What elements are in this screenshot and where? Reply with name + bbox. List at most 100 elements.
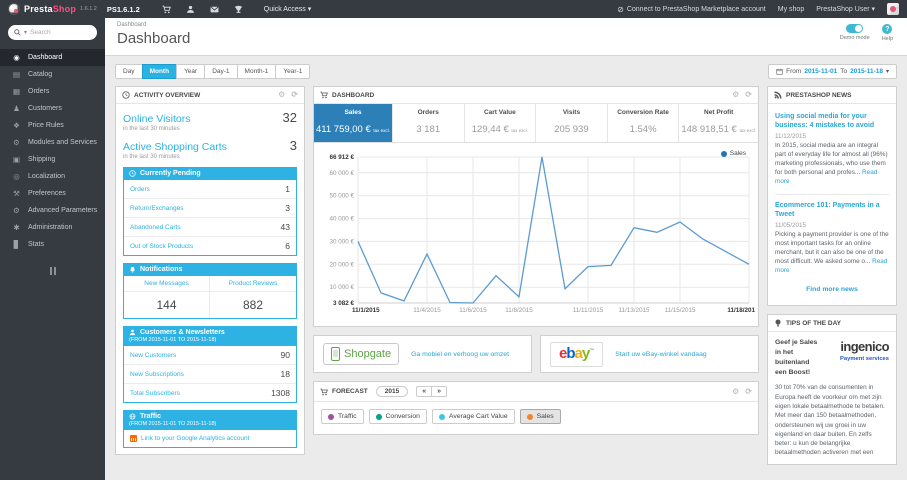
pending-orders-link[interactable]: Orders bbox=[130, 186, 150, 193]
news-item-title[interactable]: Using social media for your business: 4 … bbox=[775, 112, 889, 130]
out-of-stock-link[interactable]: Out of Stock Products bbox=[130, 243, 193, 250]
total-subscribers-link[interactable]: Total Subscribers bbox=[130, 390, 180, 397]
marketplace-icon: ⊘ bbox=[617, 4, 624, 14]
search-scope-caret-icon[interactable]: ▾ bbox=[24, 29, 27, 36]
sidebar-item-preferences[interactable]: ⚒ Preferences bbox=[0, 185, 105, 202]
my-shop-link[interactable]: My shop bbox=[778, 6, 804, 13]
user-avatar[interactable] bbox=[887, 3, 899, 15]
phone-icon bbox=[331, 347, 340, 361]
sidebar-item-stats[interactable]: ▊ Stats bbox=[0, 236, 105, 253]
help-label: Help bbox=[881, 36, 893, 42]
ebay-logo[interactable]: ebay™ bbox=[550, 341, 604, 367]
product-reviews-value: 882 bbox=[242, 298, 264, 312]
online-visitors-link[interactable]: Online Visitors bbox=[123, 113, 191, 125]
metric-sales[interactable]: Sales 411 759,00 € tax excl. bbox=[314, 104, 393, 142]
prestashop-logo[interactable]: PrestaShop 1.6.1.2 bbox=[8, 3, 97, 15]
panel-settings-gear-icon[interactable]: ⚙ bbox=[732, 387, 739, 396]
traffic-header: Traffic (FROM 2015-11-01 TO 2015-11-18) bbox=[123, 410, 297, 430]
range-year-1-button[interactable]: Year-1 bbox=[275, 64, 311, 79]
new-messages-link[interactable]: New Messages bbox=[124, 276, 210, 292]
metric-conversion-rate[interactable]: Conversion Rate 1.54% bbox=[608, 104, 680, 142]
sidebar-item-administration[interactable]: ✱ Administration bbox=[0, 219, 105, 236]
forecast-legend-conversion[interactable]: Conversion bbox=[368, 409, 427, 424]
product-reviews-link[interactable]: Product Reviews bbox=[210, 276, 296, 292]
table-row: Return/Exchanges 3 bbox=[124, 199, 296, 218]
date-to: 2015-11-18 bbox=[850, 68, 883, 75]
topbar: PrestaShop 1.6.1.2 PS1.6.1.2 Quick Acces… bbox=[0, 0, 907, 18]
sidebar-item-localization[interactable]: ◎ Localization bbox=[0, 168, 105, 185]
sidebar-item-orders[interactable]: ▦ Orders bbox=[0, 83, 105, 100]
customers-table: New Customers 90 New Subscriptions 18 Tota… bbox=[123, 346, 297, 403]
lightbulb-icon bbox=[775, 319, 781, 327]
sidebar-item-advanced-parameters[interactable]: ⚙ Advanced Parameters bbox=[0, 202, 105, 219]
forecast-legend-average-cart-value[interactable]: Average Cart Value bbox=[431, 409, 515, 424]
forecast-legend-traffic[interactable]: Traffic bbox=[321, 409, 364, 424]
marketplace-link[interactable]: ⊘ Connect to PrestaShop Marketplace accou… bbox=[617, 5, 766, 14]
chart-legend[interactable]: Sales bbox=[720, 150, 746, 157]
panel-refresh-icon[interactable]: ⟳ bbox=[291, 91, 298, 99]
sidebar-search[interactable]: ▾ bbox=[8, 25, 97, 40]
news-item-excerpt: Picking a payment provider is one of the… bbox=[775, 231, 889, 275]
shopgate-link[interactable]: Ga mobiel en verhoog uw omzet bbox=[411, 351, 509, 358]
cart-icon[interactable] bbox=[162, 4, 172, 14]
svg-text:11/6/2015: 11/6/2015 bbox=[459, 307, 487, 314]
panel-refresh-icon[interactable]: ⟳ bbox=[745, 91, 752, 99]
google-analytics-link[interactable]: Link to your Google Analytics account bbox=[141, 435, 249, 442]
activity-clock-icon bbox=[122, 91, 130, 99]
date-range-buttons: Day Month Year Day-1 Month-1 Year-1 bbox=[115, 64, 311, 79]
abandoned-carts-link[interactable]: Abandoned Carts bbox=[130, 224, 181, 231]
forecast-next-button[interactable]: » bbox=[431, 387, 446, 396]
metric-orders[interactable]: Orders 3 181 bbox=[393, 104, 465, 142]
news-item-title[interactable]: Ecommerce 101: Payments in a Tweet bbox=[775, 201, 889, 219]
customer-icon[interactable] bbox=[186, 4, 196, 14]
forecast-prev-button[interactable]: « bbox=[417, 387, 431, 396]
demo-mode-label: Demo mode bbox=[839, 35, 870, 41]
find-more-news-link[interactable]: Find more news bbox=[775, 286, 889, 293]
pending-returns-link[interactable]: Return/Exchanges bbox=[130, 205, 183, 212]
traffic-date-range: (FROM 2015-11-01 TO 2015-11-18) bbox=[129, 421, 217, 427]
panel-refresh-icon[interactable]: ⟳ bbox=[745, 387, 752, 396]
search-input[interactable] bbox=[30, 29, 83, 36]
range-day-1-button[interactable]: Day-1 bbox=[204, 64, 238, 79]
sidebar-item-modules[interactable]: ⚙ Modules and Services bbox=[0, 134, 105, 151]
range-year-button[interactable]: Year bbox=[176, 64, 206, 79]
user-menu[interactable]: PrestaShop User ▾ bbox=[816, 5, 875, 13]
new-subscriptions-link[interactable]: New Subscriptions bbox=[130, 371, 184, 378]
sidebar-item-catalog[interactable]: ▤ Catalog bbox=[0, 66, 105, 83]
sidebar-item-dashboard[interactable]: ◉ Dashboard bbox=[0, 49, 105, 66]
metric-cart-value[interactable]: Cart Value 129,44 € tax excl. bbox=[465, 104, 537, 142]
demo-mode-toggle[interactable] bbox=[846, 24, 864, 33]
table-row: Total Subscribers 1308 bbox=[130, 388, 290, 398]
forecast-legend-sales[interactable]: Sales bbox=[519, 409, 561, 424]
new-customers-link[interactable]: New Customers bbox=[130, 352, 176, 359]
trophy-icon[interactable] bbox=[234, 4, 244, 14]
gauge-icon: ◉ bbox=[13, 53, 20, 62]
panel-title: PRESTASHOP NEWS bbox=[786, 91, 852, 99]
ebay-link[interactable]: Start uw eBay-winkel vandaag bbox=[615, 351, 706, 358]
sidebar-item-shipping[interactable]: ▣ Shipping bbox=[0, 151, 105, 168]
sidebar-item-customers[interactable]: ♟ Customers bbox=[0, 100, 105, 117]
breadcrumb: Dashboard bbox=[117, 22, 147, 28]
range-day-button[interactable]: Day bbox=[115, 64, 143, 79]
help-icon[interactable]: ? bbox=[882, 24, 893, 34]
metric-visits[interactable]: Visits 205 939 bbox=[536, 104, 608, 142]
range-month-button[interactable]: Month bbox=[141, 64, 178, 79]
panel-settings-gear-icon[interactable]: ⚙ bbox=[278, 91, 285, 99]
globe-icon bbox=[129, 413, 136, 420]
online-visitors-subtitle: in the last 30 minutes bbox=[123, 126, 180, 132]
panel-title: ACTIVITY OVERVIEW bbox=[134, 91, 201, 99]
range-month-1-button[interactable]: Month-1 bbox=[236, 64, 277, 79]
panel-settings-gear-icon[interactable]: ⚙ bbox=[732, 91, 739, 99]
sidebar-collapse-icon[interactable] bbox=[49, 267, 56, 275]
divider bbox=[775, 194, 889, 196]
ingenico-logo[interactable]: ingenico Payment services bbox=[823, 338, 890, 363]
sidebar-item-price-rules[interactable]: ❖ Price Rules bbox=[0, 117, 105, 134]
messages-icon[interactable] bbox=[210, 4, 220, 14]
active-carts-link[interactable]: Active Shopping Carts bbox=[123, 141, 227, 153]
metric-net-profit[interactable]: Net Profit 148 918,51 € tax excl. bbox=[679, 104, 758, 142]
active-carts-subtitle: in the last 30 minutes bbox=[123, 154, 180, 160]
shopgate-logo[interactable]: Shopgate bbox=[323, 343, 400, 365]
google-analytics-row: Link to your Google Analytics account bbox=[123, 430, 297, 448]
quick-access-menu[interactable]: Quick Access ▾ bbox=[264, 5, 311, 13]
date-range-picker[interactable]: From 2015-11-01 To 2015-11-18 ▾ bbox=[768, 64, 897, 79]
